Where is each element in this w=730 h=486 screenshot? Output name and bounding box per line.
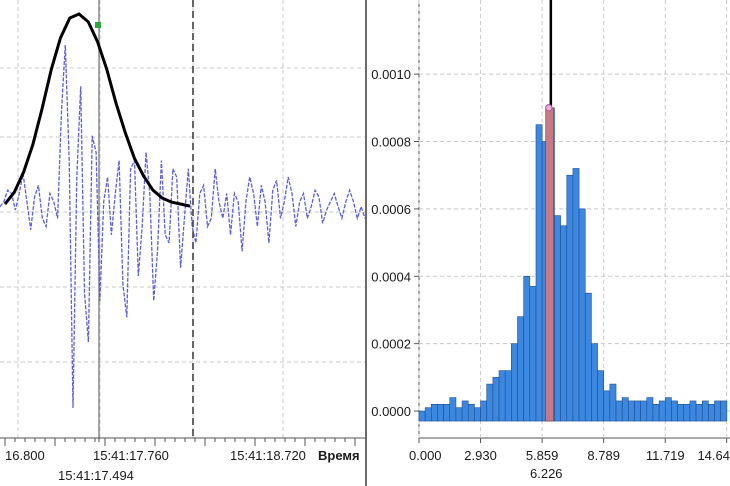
- histogram-bar: [714, 400, 721, 422]
- histogram-y-tick-label: 0.0006: [371, 202, 411, 217]
- histogram-bar: [449, 397, 457, 422]
- histogram-bar: [615, 400, 623, 422]
- histogram-cursor-label: 6.226: [530, 466, 563, 481]
- histogram-bar: [572, 168, 580, 422]
- histogram-bar: [646, 397, 654, 422]
- histogram-x-tick-label: 5.859: [526, 448, 559, 463]
- histogram-y-tick-label: 0.0010: [371, 67, 411, 82]
- histogram-x-tick-label: 0.000: [409, 448, 442, 463]
- chart-canvas: 16.800 15:41:17.760 15:41:18.720 Время 1…: [0, 0, 730, 486]
- histogram-bar: [437, 404, 444, 422]
- waveform-x-tick-label: 16.800: [5, 448, 45, 463]
- histogram-bar: [597, 370, 605, 422]
- histogram-bar: [504, 370, 512, 422]
- histogram-bar: [566, 174, 574, 422]
- waveform-cursor-label: 15:41:17.494: [58, 468, 134, 483]
- histogram-bar: [554, 215, 561, 422]
- histogram-bar: [634, 400, 641, 422]
- waveform-x-tick-label: 15:41:17.760: [93, 448, 169, 463]
- histogram-x-tick-label: 2.930: [464, 448, 497, 463]
- histogram-x-tick-label: 8.789: [587, 448, 620, 463]
- histogram-highlight-bar: [545, 107, 554, 422]
- histogram-cursor-marker[interactable]: [545, 104, 553, 112]
- histogram-bar: [652, 404, 660, 422]
- waveform-x-tick-label: 15:41:18.720: [230, 448, 306, 463]
- histogram-bar: [720, 400, 728, 422]
- histogram-bar: [689, 400, 697, 422]
- histogram-bar: [529, 286, 537, 422]
- histogram-bar: [701, 400, 709, 422]
- histogram-bar: [683, 404, 691, 422]
- histogram-bar: [418, 410, 426, 422]
- histogram-bar: [523, 275, 531, 422]
- waveform-panel: 16.800 15:41:17.760 15:41:18.720 Время 1…: [0, 0, 366, 486]
- waveform-x-axis-title: Время: [318, 448, 360, 463]
- histogram-bar: [591, 343, 598, 422]
- histogram-bar: [511, 343, 518, 422]
- histogram-bar: [486, 383, 494, 422]
- waveform-background: [0, 0, 365, 486]
- histogram-bar: [431, 404, 438, 422]
- histogram-bar: [584, 292, 592, 422]
- histogram-bar: [443, 404, 451, 422]
- histogram-bar: [424, 407, 432, 422]
- histogram-bar: [603, 390, 611, 422]
- histogram-bar: [535, 124, 543, 422]
- histogram-bar: [621, 397, 629, 422]
- histogram-bar: [671, 400, 678, 422]
- histogram-y-tick-label: 0.0008: [371, 135, 411, 150]
- histogram-bar: [498, 370, 506, 422]
- histogram-bar: [492, 377, 500, 422]
- histogram-bar: [708, 404, 715, 422]
- histogram-bar: [628, 400, 635, 422]
- histogram-y-tick-label: 0.0004: [371, 269, 411, 284]
- waveform-peak-marker[interactable]: [95, 22, 101, 28]
- histogram-bar: [695, 404, 703, 422]
- histogram-bar: [578, 208, 586, 422]
- histogram-bar: [455, 407, 463, 422]
- histogram-bar: [658, 400, 666, 422]
- histogram-x-tick-label: 14.64: [697, 448, 730, 463]
- histogram-bar: [609, 383, 617, 422]
- histogram-x-tick-label: 11.719: [646, 448, 685, 463]
- histogram-bar: [560, 225, 568, 422]
- histogram-y-tick-label: 0.0000: [371, 404, 411, 419]
- histogram-bar: [480, 400, 488, 422]
- histogram-bar: [474, 407, 481, 422]
- histogram-bar: [677, 404, 685, 422]
- histogram-bar: [517, 316, 524, 422]
- histogram-bar: [640, 400, 648, 422]
- histogram-panel: 0.0000 0.0002 0.0004 0.0006 0.0008 0.0010 0.0…: [368, 0, 730, 486]
- histogram-bar: [467, 404, 475, 422]
- histogram-bar: [461, 400, 469, 422]
- histogram-y-tick-label: 0.0002: [371, 337, 411, 352]
- histogram-bar: [664, 397, 672, 422]
